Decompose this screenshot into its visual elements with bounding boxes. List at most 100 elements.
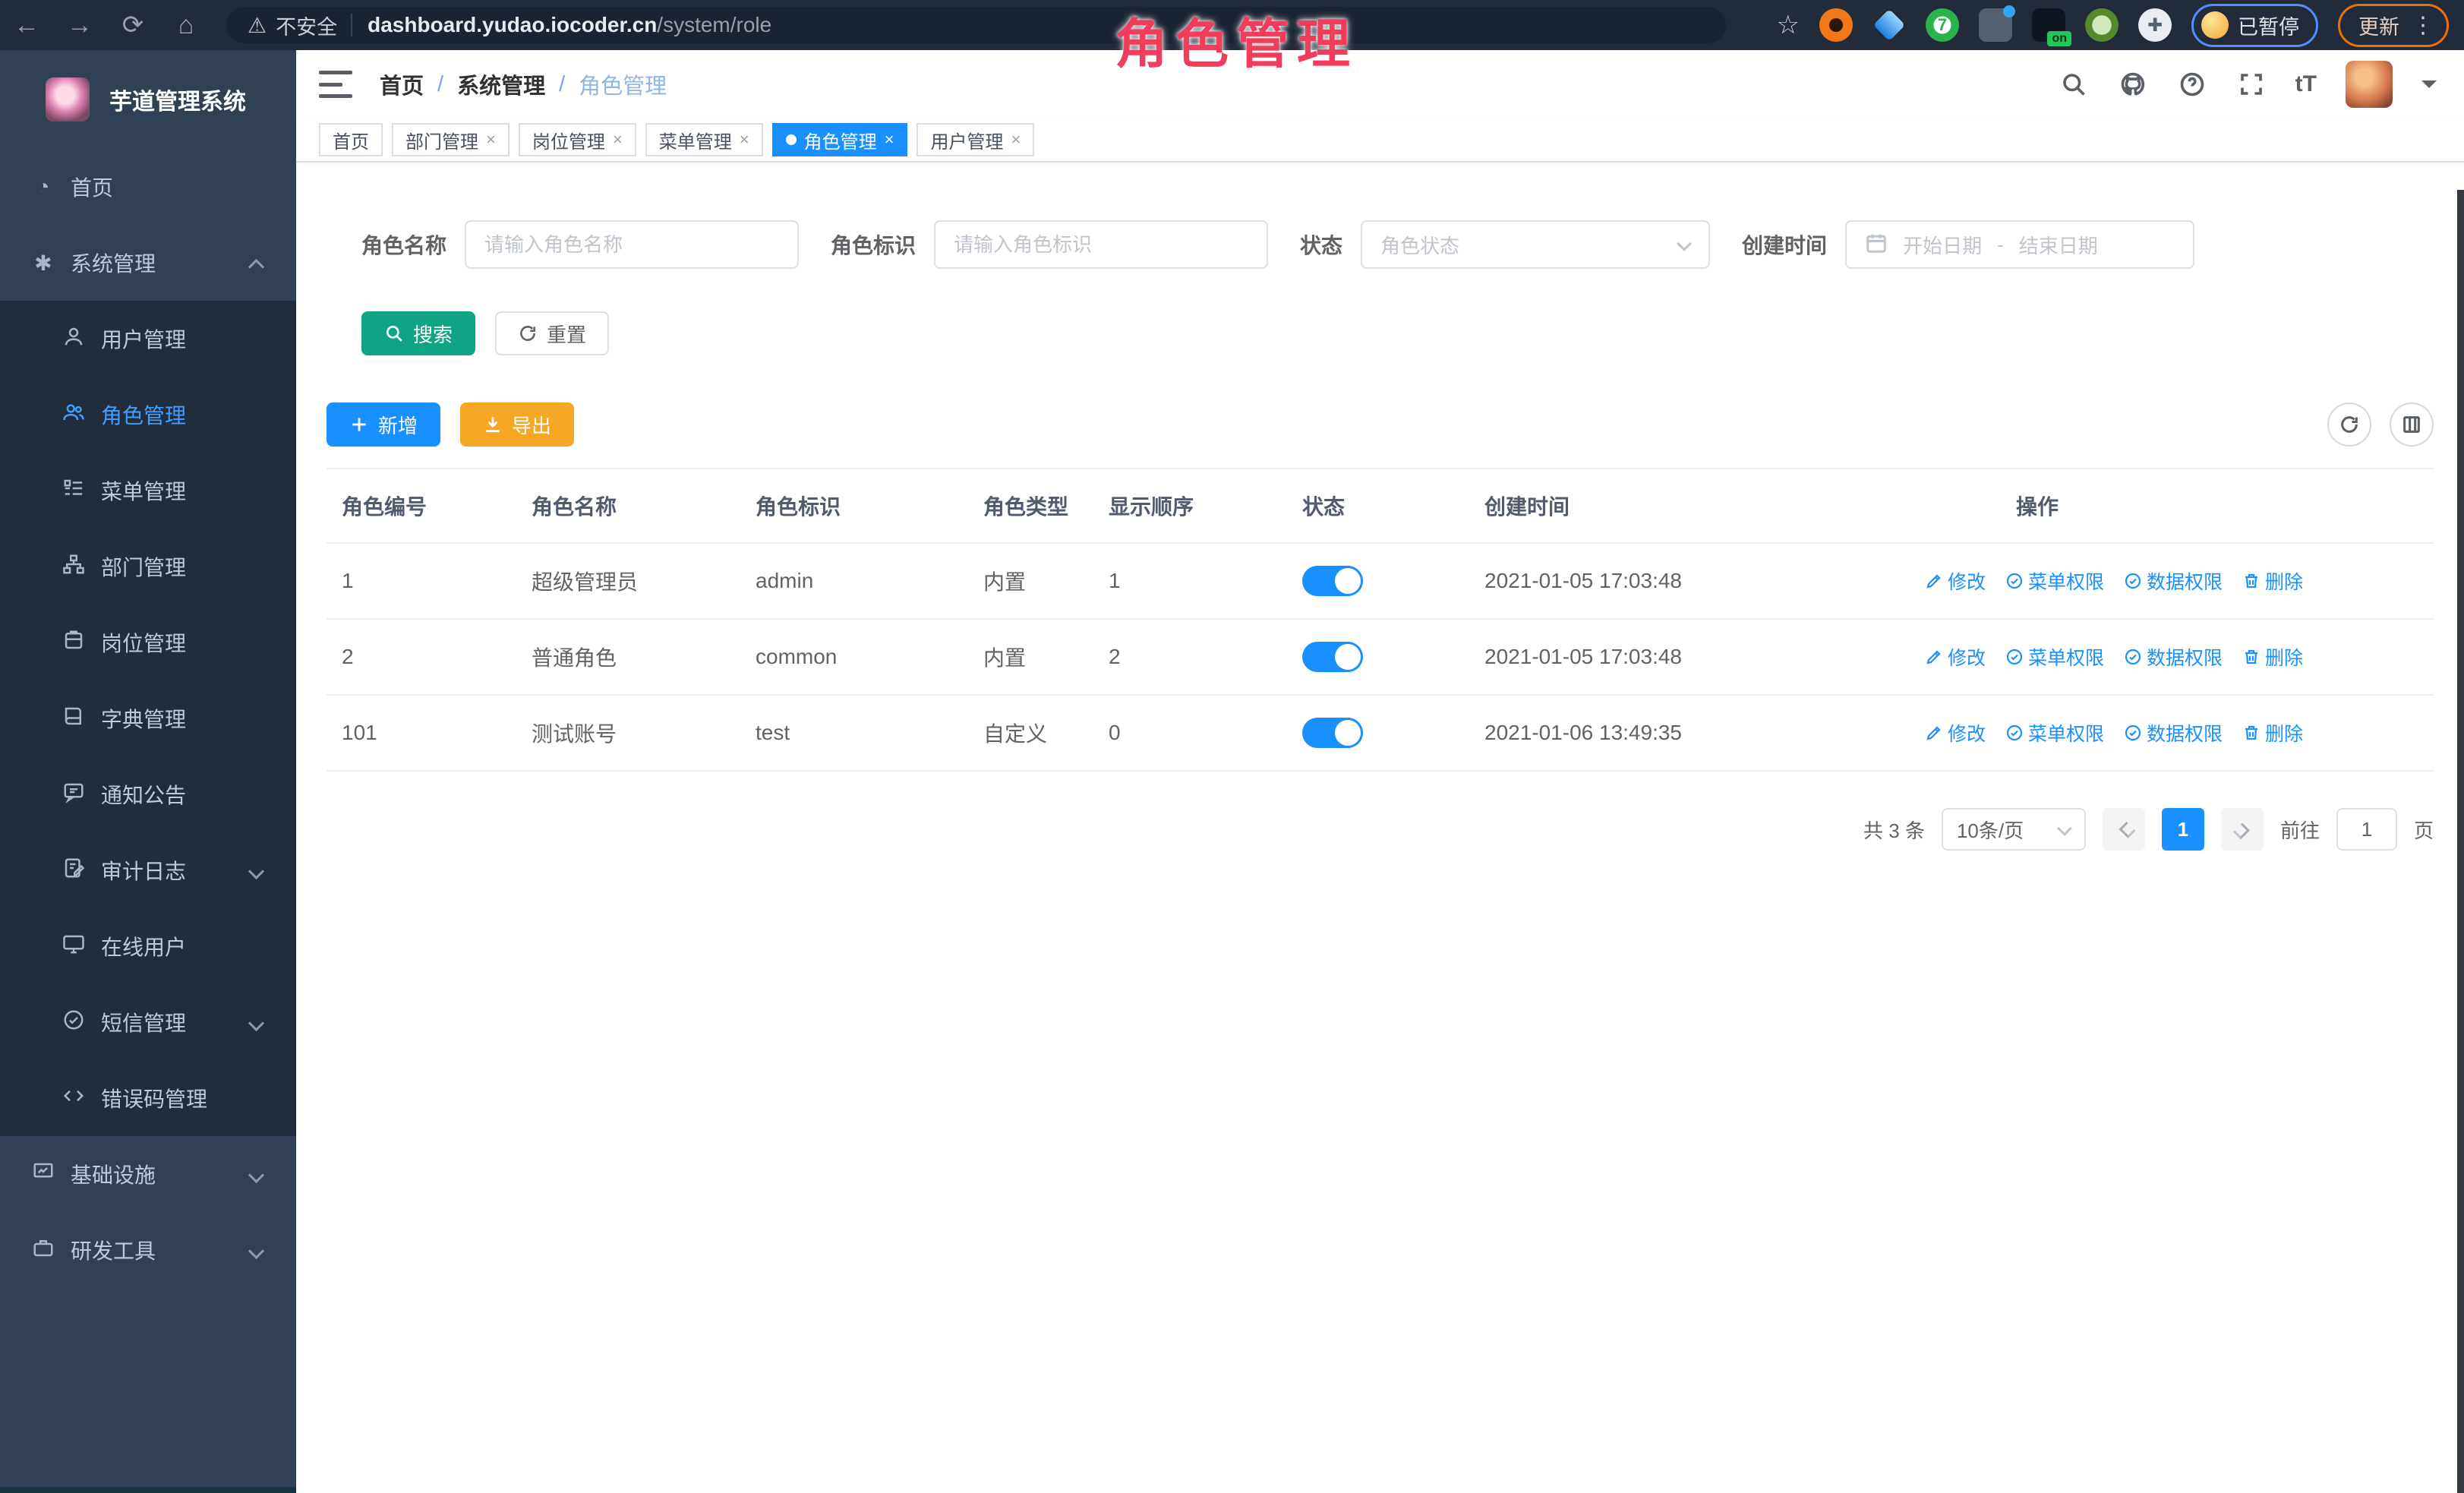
help-icon[interactable] xyxy=(2177,69,2207,99)
close-icon[interactable]: × xyxy=(885,130,894,150)
extension-aperture-icon[interactable] xyxy=(1819,8,1853,42)
tag-menus[interactable]: 菜单管理 × xyxy=(645,123,763,156)
profile-paused-badge[interactable]: 已暂停 xyxy=(2191,4,2318,47)
next-page-button[interactable] xyxy=(2221,808,2264,851)
menu-permission-link[interactable]: 菜单权限 xyxy=(2005,719,2104,746)
delete-label: 删除 xyxy=(2265,643,2303,671)
col-sort: 显示顺序 xyxy=(1093,469,1287,543)
sidebar-item-sms[interactable]: 短信管理 xyxy=(0,984,296,1060)
table-row: 101 测试账号 test 自定义 0 2021-01-06 13:49:35 … xyxy=(327,695,2434,771)
start-date-placeholder[interactable]: 开始日期 xyxy=(1903,231,1982,259)
end-date-placeholder[interactable]: 结束日期 xyxy=(2019,231,2098,259)
security-warning-icon: ⚠ xyxy=(248,13,267,38)
edit-link[interactable]: 修改 xyxy=(1925,567,1986,595)
tag-departments[interactable]: 部门管理 × xyxy=(392,123,510,156)
font-size-icon[interactable]: tT xyxy=(2295,71,2317,97)
avatar[interactable] xyxy=(2346,61,2393,108)
chrome-update-button[interactable]: 更新 ⋮ xyxy=(2338,4,2449,47)
sidebar-item-users[interactable]: 用户管理 xyxy=(0,301,296,377)
chevron-right-icon xyxy=(2236,823,2248,835)
breadcrumb-home[interactable]: 首页 xyxy=(380,68,424,100)
forward-icon[interactable]: → xyxy=(53,11,106,40)
sidebar-item-home[interactable]: ◔ 首页 xyxy=(0,149,296,225)
sidebar-item-audit-log[interactable]: 审计日志 xyxy=(0,832,296,908)
chevron-up-icon xyxy=(249,255,264,270)
sidebar-collapse-icon[interactable] xyxy=(319,71,352,98)
org-tree-icon xyxy=(58,553,89,581)
tag-users[interactable]: 用户管理 × xyxy=(917,123,1034,156)
date-range-picker[interactable]: 开始日期 - 结束日期 xyxy=(1845,220,2194,269)
extension-monkey-icon[interactable] xyxy=(2085,8,2119,42)
reset-button[interactable]: 重置 xyxy=(495,311,609,355)
menu-permission-link[interactable]: 菜单权限 xyxy=(2005,643,2104,671)
page-size-select[interactable]: 10条/页 xyxy=(1942,808,2086,851)
goto-page-input[interactable] xyxy=(2336,808,2397,851)
breadcrumb-system[interactable]: 系统管理 xyxy=(457,68,545,100)
data-permission-link[interactable]: 数据权限 xyxy=(2124,643,2223,671)
sidebar-item-infrastructure[interactable]: 基础设施 xyxy=(0,1136,296,1212)
sidebar-item-menus[interactable]: 菜单管理 xyxy=(0,453,296,529)
add-button[interactable]: 新增 xyxy=(327,402,440,447)
data-permission-link[interactable]: 数据权限 xyxy=(2124,567,2223,595)
status-toggle[interactable] xyxy=(1302,566,1363,596)
address-bar[interactable]: ⚠ 不安全 dashboard.yudao.iocoder.cn /system… xyxy=(226,7,1726,43)
tag-posts[interactable]: 岗位管理 × xyxy=(519,123,636,156)
dashboard-icon: ◔ xyxy=(28,175,58,199)
prev-page-button[interactable] xyxy=(2103,808,2145,851)
role-name-input[interactable] xyxy=(484,233,779,257)
col-role-key: 角色标识 xyxy=(740,469,968,543)
data-permission-link[interactable]: 数据权限 xyxy=(2124,719,2223,746)
sidebar-item-devtools[interactable]: 研发工具 xyxy=(0,1212,296,1288)
home-icon[interactable]: ⌂ xyxy=(159,11,213,40)
menu-permission-link[interactable]: 菜单权限 xyxy=(2005,567,2104,595)
extension-shield-icon[interactable]: 7 xyxy=(1926,8,1959,42)
export-button[interactable]: 导出 xyxy=(460,402,574,447)
edit-link[interactable]: 修改 xyxy=(1925,643,1986,671)
current-page-button[interactable]: 1 xyxy=(2162,808,2204,851)
delete-link[interactable]: 删除 xyxy=(2242,567,2303,595)
cell-role-name: 超级管理员 xyxy=(516,543,740,619)
screen: ← → ⟳ ⌂ ⚠ 不安全 dashboard.yudao.iocoder.cn… xyxy=(0,0,2464,1493)
app-logo-row[interactable]: 芋道管理系统 xyxy=(0,50,296,149)
sidebar-item-system[interactable]: ✱ 系统管理 xyxy=(0,225,296,301)
close-icon[interactable]: × xyxy=(740,130,749,150)
close-icon[interactable]: × xyxy=(486,130,496,150)
sidebar-item-error-codes[interactable]: 错误码管理 xyxy=(0,1060,296,1136)
bookmark-star-icon[interactable]: ☆ xyxy=(1777,10,1800,40)
avatar-caret-icon[interactable] xyxy=(2421,80,2437,96)
reload-icon[interactable]: ⟳ xyxy=(106,10,159,40)
extensions-pin-icon[interactable]: ✚ xyxy=(2138,8,2172,42)
cell-role-id: 2 xyxy=(327,619,516,695)
status-toggle[interactable] xyxy=(1302,642,1363,672)
cell-role-type: 内置 xyxy=(968,619,1093,695)
role-key-input[interactable] xyxy=(954,233,1248,257)
tag-home[interactable]: 首页 xyxy=(319,123,383,156)
github-icon[interactable] xyxy=(2118,69,2148,99)
extension-gem-icon[interactable] xyxy=(1872,8,1906,42)
sidebar-item-online-users[interactable]: 在线用户 xyxy=(0,908,296,984)
sidebar-item-roles[interactable]: 角色管理 xyxy=(0,377,296,453)
status-toggle[interactable] xyxy=(1302,718,1363,748)
extension-grid-icon[interactable] xyxy=(1979,8,2012,42)
sidebar-item-announcements[interactable]: 通知公告 xyxy=(0,756,296,832)
search-button[interactable]: 搜索 xyxy=(361,311,475,355)
status-select[interactable]: 角色状态 xyxy=(1361,220,1710,269)
sidebar-item-departments[interactable]: 部门管理 xyxy=(0,529,296,604)
close-icon[interactable]: × xyxy=(1011,130,1021,150)
tag-roles-active[interactable]: 角色管理 × xyxy=(772,123,908,156)
fullscreen-icon[interactable] xyxy=(2236,69,2267,99)
back-icon[interactable]: ← xyxy=(0,11,53,40)
delete-link[interactable]: 删除 xyxy=(2242,719,2303,746)
sidebar-item-posts[interactable]: 岗位管理 xyxy=(0,604,296,680)
extension-switch-icon[interactable]: on xyxy=(2032,8,2065,42)
close-icon[interactable]: × xyxy=(613,130,623,150)
refresh-table-button[interactable] xyxy=(2327,402,2371,447)
search-icon[interactable] xyxy=(2059,69,2089,99)
column-settings-button[interactable] xyxy=(2390,402,2434,447)
toggle-knob xyxy=(1335,644,1361,670)
sidebar-item-dict[interactable]: 字典管理 xyxy=(0,680,296,756)
pin-glyph: ✚ xyxy=(2147,14,2163,36)
edit-link[interactable]: 修改 xyxy=(1925,719,1986,746)
delete-link[interactable]: 删除 xyxy=(2242,643,2303,671)
chrome-menu-icon[interactable]: ⋮ xyxy=(2412,12,2434,39)
